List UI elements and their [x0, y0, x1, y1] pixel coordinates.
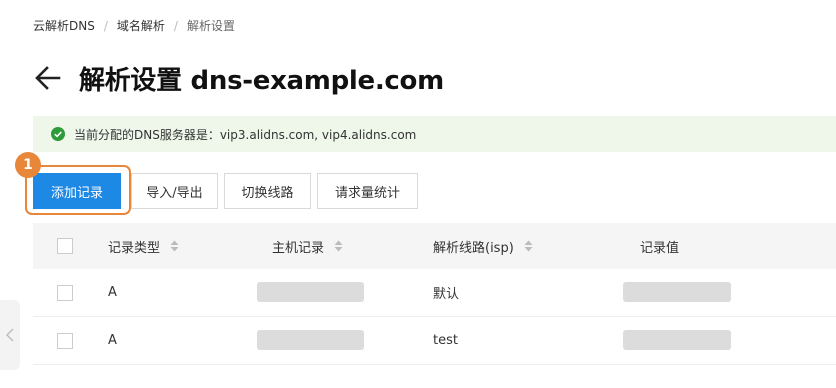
- record-type-cell: A: [108, 285, 117, 300]
- row-checkbox[interactable]: [57, 332, 73, 349]
- column-header-label: 主机记录: [272, 240, 325, 256]
- column-header-label: 记录类型: [108, 240, 161, 256]
- host-record-redacted: [257, 330, 364, 350]
- records-table: 记录类型 主机记录 解析线路(isp) 记录值 A 默认 A test: [33, 223, 836, 365]
- resolution-line-cell: test: [433, 333, 458, 348]
- resolution-line-cell: 默认: [433, 287, 460, 302]
- add-record-button[interactable]: 添加记录: [33, 173, 121, 209]
- request-stats-button[interactable]: 请求量统计: [317, 173, 418, 209]
- sort-icon[interactable]: [334, 240, 343, 252]
- dns-server-notice: 当前分配的DNS服务器是：vip3.alidns.com, vip4.alidn…: [33, 116, 836, 152]
- select-all-checkbox[interactable]: [57, 238, 73, 254]
- side-panel-toggle[interactable]: [0, 300, 20, 370]
- step-badge: 1: [15, 152, 41, 178]
- arrow-left-icon[interactable]: [33, 63, 63, 93]
- column-header-record-value: 记录值: [640, 223, 679, 269]
- breadcrumb-item-resolution-settings: 解析设置: [186, 19, 235, 33]
- breadcrumb-item-domain-resolution[interactable]: 域名解析: [117, 17, 165, 34]
- column-header-host-record[interactable]: 主机记录: [272, 223, 343, 269]
- import-export-button[interactable]: 导入/导出: [131, 173, 218, 209]
- record-type-cell: A: [108, 333, 117, 348]
- record-value-redacted: [623, 282, 731, 302]
- breadcrumb-separator: /: [103, 18, 108, 33]
- breadcrumb-separator: /: [173, 18, 178, 33]
- column-header-resolution-line[interactable]: 解析线路(isp): [433, 223, 533, 269]
- sort-icon[interactable]: [524, 240, 533, 252]
- table-row: A test: [33, 317, 836, 365]
- host-record-redacted: [257, 282, 364, 302]
- check-circle-icon: [51, 127, 65, 141]
- breadcrumb: 云解析DNS / 域名解析 / 解析设置: [33, 17, 235, 34]
- page-title: 解析设置 dns-example.com: [79, 65, 444, 96]
- page-header: 解析设置 dns-example.com: [33, 58, 444, 98]
- column-header-label: 记录值: [640, 240, 680, 256]
- row-checkbox[interactable]: [57, 284, 73, 301]
- table-row: A 默认: [33, 269, 836, 317]
- column-header-record-type[interactable]: 记录类型: [108, 223, 179, 269]
- record-value-redacted: [623, 330, 731, 350]
- column-header-label: 解析线路(isp): [433, 240, 514, 256]
- switch-line-button[interactable]: 切换线路: [224, 173, 311, 209]
- sort-icon[interactable]: [170, 240, 179, 252]
- chevron-left-icon: [6, 328, 14, 342]
- table-header: 记录类型 主机记录 解析线路(isp) 记录值: [33, 223, 836, 269]
- notice-text: 当前分配的DNS服务器是：vip3.alidns.com, vip4.alidn…: [74, 127, 417, 142]
- breadcrumb-item-cloud-dns[interactable]: 云解析DNS: [33, 17, 95, 34]
